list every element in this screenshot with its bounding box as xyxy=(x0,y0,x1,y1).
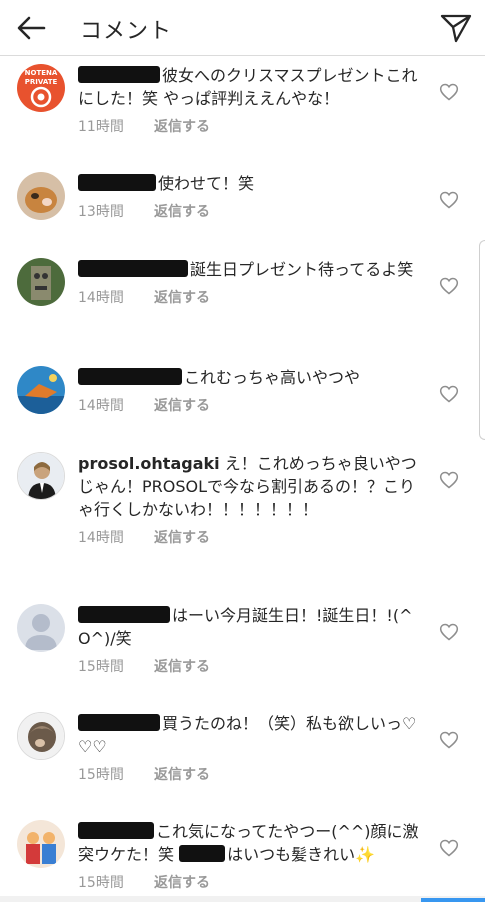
comment-meta: 15時間 返信する xyxy=(78,656,423,676)
redacted-username xyxy=(78,606,170,623)
like-heart-icon[interactable] xyxy=(439,622,459,642)
comment-text: 誕生日プレゼント待ってるよ笑 xyxy=(78,258,423,281)
user-avatar[interactable]: NOTENA PRIVATE xyxy=(17,64,65,112)
comment-meta: 14時間 返信する xyxy=(78,395,423,415)
redacted-username xyxy=(78,714,160,731)
comment-timestamp: 15時間 xyxy=(78,875,124,891)
redacted-username xyxy=(78,174,156,191)
like-heart-icon[interactable] xyxy=(439,276,459,296)
user-avatar[interactable] xyxy=(17,258,65,306)
user-avatar[interactable] xyxy=(17,820,65,868)
redacted-mention xyxy=(179,845,226,862)
comment-list[interactable]: NOTENA PRIVATE 彼女へのクリスマスプレゼントこれにした！笑 やっぱ… xyxy=(0,56,485,902)
comment-timestamp: 13時間 xyxy=(78,204,124,220)
comment-timestamp: 15時間 xyxy=(78,659,124,675)
reply-button[interactable]: 返信する xyxy=(154,872,210,892)
like-heart-icon[interactable] xyxy=(439,838,459,858)
user-avatar[interactable] xyxy=(17,366,65,414)
bottom-divider xyxy=(0,896,485,902)
svg-text:NOTENA: NOTENA xyxy=(25,69,58,77)
loading-indicator xyxy=(421,898,485,902)
user-avatar[interactable] xyxy=(17,604,65,652)
comment-meta: 11時間 返信する xyxy=(78,116,423,136)
svg-text:PRIVATE: PRIVATE xyxy=(25,78,58,86)
comment-text: prosol.ohtagaki え！これめっちゃ良いやつじゃん！PROSOLで今… xyxy=(78,454,417,519)
reply-button[interactable]: 返信する xyxy=(154,395,210,415)
direct-send-icon[interactable] xyxy=(439,12,473,44)
like-heart-icon[interactable] xyxy=(439,190,459,210)
like-heart-icon[interactable] xyxy=(439,470,459,490)
redacted-username xyxy=(78,260,188,277)
comment-timestamp: 14時間 xyxy=(78,398,124,414)
comment-text: これむっちゃ高いやつや xyxy=(78,366,423,389)
sparkle-emoji-icon: ✨ xyxy=(355,845,376,864)
page-title: コメント xyxy=(80,19,173,44)
like-heart-icon[interactable] xyxy=(439,730,459,750)
scroll-handle[interactable] xyxy=(479,240,485,440)
user-avatar[interactable] xyxy=(17,452,65,500)
comment-meta: 13時間 返信する xyxy=(78,201,423,221)
reply-button[interactable]: 返信する xyxy=(154,527,210,547)
comment-timestamp: 14時間 xyxy=(78,530,124,546)
comment-text: 買うたのね！（笑）私も欲しいっ♡♡♡ xyxy=(78,714,417,756)
redacted-username xyxy=(78,822,154,839)
comment-meta: 15時間 返信する xyxy=(78,764,423,784)
reply-button[interactable]: 返信する xyxy=(154,116,210,136)
comment-text: 使わせて！笑 xyxy=(78,172,423,195)
reply-button[interactable]: 返信する xyxy=(154,764,210,784)
comment-timestamp: 11時間 xyxy=(78,119,124,135)
reply-button[interactable]: 返信する xyxy=(154,656,210,676)
comment-meta: 14時間 返信する xyxy=(78,527,423,547)
user-avatar[interactable] xyxy=(17,172,65,220)
comment-timestamp: 14時間 xyxy=(78,290,124,306)
comment-meta: 15時間 返信する xyxy=(78,872,423,892)
top-bar: コメント xyxy=(0,0,485,56)
redacted-username xyxy=(78,368,182,385)
user-avatar[interactable] xyxy=(17,712,65,760)
redacted-username xyxy=(78,66,160,83)
reply-button[interactable]: 返信する xyxy=(154,201,210,221)
back-arrow-icon[interactable] xyxy=(14,12,48,44)
comment-text: 彼女へのクリスマスプレゼントこれにした！笑 やっぱ評判ええんやな！ xyxy=(78,66,418,108)
comment-meta: 14時間 返信する xyxy=(78,287,423,307)
like-heart-icon[interactable] xyxy=(439,384,459,404)
comment-timestamp: 15時間 xyxy=(78,767,124,783)
like-heart-icon[interactable] xyxy=(439,82,459,102)
comment-username[interactable]: prosol.ohtagaki xyxy=(78,454,220,473)
reply-button[interactable]: 返信する xyxy=(154,287,210,307)
comment-text: はーい今月誕生日！!誕生日！!(^O^)/笑 xyxy=(78,606,413,648)
comment-text: これ気になってたやつー(^^)顔に激突ウケた！笑 はいつも髪きれい✨ xyxy=(78,822,419,864)
